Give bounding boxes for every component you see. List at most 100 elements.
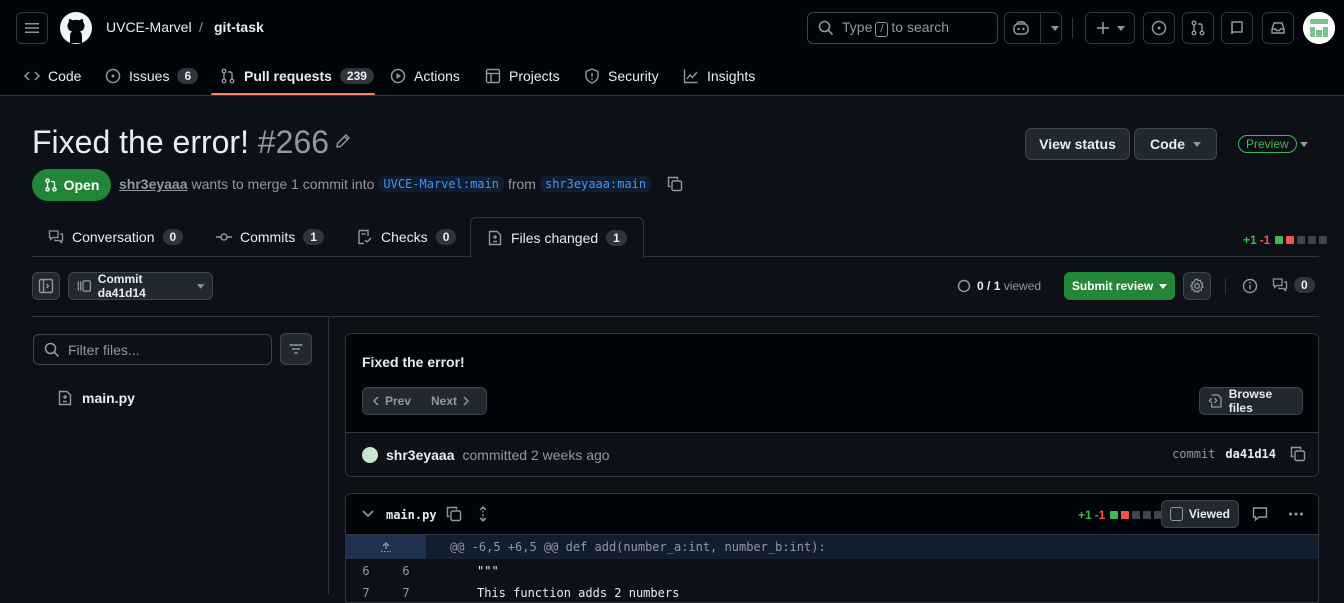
commit-time: committed 2 weeks ago: [462, 447, 610, 463]
viewed-progress: 0 / 1 viewed: [957, 279, 1041, 293]
pr-author-link[interactable]: shr3eyaaa: [119, 176, 188, 192]
diff-modified-icon: [77, 280, 92, 292]
comment-discussion-icon: [48, 230, 64, 244]
commit-author-link[interactable]: shr3eyaaa: [386, 447, 455, 463]
comments-counter: 0: [1294, 277, 1315, 293]
browse-files-button[interactable]: Browse files: [1199, 387, 1303, 415]
nav-code[interactable]: Code: [24, 56, 81, 96]
comment-discussion-icon: [1272, 278, 1288, 292]
code-button[interactable]: Code: [1134, 128, 1217, 160]
copilot-button[interactable]: [1004, 12, 1062, 44]
diffstat-block-neutral: [1132, 511, 1141, 519]
nav-security-label: Security: [608, 68, 659, 84]
diffstat-block-neutral: [1297, 236, 1306, 244]
commit-author-avatar[interactable]: [362, 447, 378, 463]
diff-settings-button[interactable]: [1183, 272, 1211, 300]
old-line-number[interactable]: 6: [346, 564, 386, 578]
inbox-button[interactable]: [1262, 12, 1294, 44]
file-code-icon: [1208, 394, 1222, 408]
repositories-button[interactable]: [1221, 12, 1253, 44]
nav-security[interactable]: Security: [584, 56, 659, 96]
copy-icon[interactable]: [446, 506, 462, 522]
tab-commits[interactable]: Commits 1: [216, 217, 324, 257]
unfold-icon[interactable]: [475, 506, 491, 522]
menu-button[interactable]: [16, 12, 48, 44]
nav-pull-requests[interactable]: Pull requests 239: [220, 56, 374, 96]
file-tree-item[interactable]: main.py: [57, 390, 135, 406]
next-commit-button[interactable]: Next: [425, 394, 470, 408]
nav-issues[interactable]: Issues 6: [105, 56, 199, 96]
commit-word: commit: [1172, 447, 1216, 461]
user-avatar[interactable]: [1303, 12, 1335, 44]
chevron-down-icon: [1193, 141, 1201, 147]
tab-files-changed[interactable]: Files changed 1: [470, 217, 644, 258]
tab-conversation-label: Conversation: [72, 229, 155, 245]
filter-files-input[interactable]: Filter files...: [33, 334, 272, 365]
breadcrumb-org[interactable]: UVCE-Marvel: [106, 19, 192, 35]
git-pull-request-icon: [1191, 20, 1205, 36]
git-pull-request-icon: [221, 68, 235, 84]
viewed-checkbox-label: Viewed: [1188, 507, 1230, 521]
nav-issues-label: Issues: [129, 68, 170, 84]
github-logo-icon[interactable]: [60, 12, 92, 44]
kebab-horizontal-icon[interactable]: [1288, 506, 1304, 522]
fold-up-icon: [381, 542, 391, 553]
commit-footer: shr3eyaaa committed 2 weeks ago commit d…: [346, 432, 1318, 476]
copy-icon[interactable]: [1290, 446, 1306, 462]
play-icon: [390, 68, 406, 84]
chevron-down-icon[interactable]: [362, 510, 374, 518]
filter-options-button[interactable]: [280, 333, 312, 365]
code-button-label: Code: [1150, 136, 1185, 152]
tab-checks[interactable]: Checks 0: [357, 217, 457, 257]
submit-review-button[interactable]: Submit review: [1064, 272, 1175, 300]
tab-conversation[interactable]: Conversation 0: [48, 217, 184, 257]
nav-projects[interactable]: Projects: [485, 56, 560, 96]
toggle-file-tree-button[interactable]: [32, 272, 60, 300]
commit-author-line: shr3eyaaa committed 2 weeks ago: [362, 447, 610, 463]
graph-icon: [683, 69, 698, 84]
head-branch[interactable]: shr3eyaaa:main: [539, 176, 652, 192]
commit-sha[interactable]: da41d14: [1225, 447, 1276, 461]
edit-title-button[interactable]: [335, 133, 351, 149]
prev-commit-button[interactable]: Prev: [363, 394, 425, 408]
git-pull-request-icon: [44, 178, 57, 192]
file-additions: +1: [1078, 508, 1092, 522]
nav-pull-requests-label: Pull requests: [244, 68, 332, 84]
header-divider: [1072, 18, 1073, 38]
comment-icon[interactable]: [1252, 506, 1268, 522]
expand-up-button[interactable]: [346, 535, 426, 559]
checkbox-icon: [1170, 507, 1183, 521]
breadcrumb-repo[interactable]: git-task: [214, 19, 264, 35]
preview-chevron-down-icon[interactable]: [1300, 142, 1308, 147]
diffstat-block-add: [1110, 511, 1119, 519]
file-diff-icon: [58, 390, 72, 406]
search-input[interactable]: Type / to search: [807, 12, 998, 44]
from-text: from: [507, 176, 536, 192]
search-prefix: Type: [842, 19, 873, 35]
chevron-down-icon: [1051, 25, 1059, 31]
new-line-number[interactable]: 7: [386, 586, 426, 600]
preview-badge[interactable]: Preview: [1238, 135, 1297, 153]
issues-button[interactable]: [1143, 12, 1175, 44]
commit-selector-button[interactable]: Commit da41d14: [68, 272, 213, 300]
copy-icon[interactable]: [667, 176, 683, 192]
pencil-icon: [336, 134, 350, 148]
create-new-button[interactable]: [1085, 12, 1135, 44]
old-line-number[interactable]: 7: [346, 586, 386, 600]
pr-tabs: Conversation 0 Commits 1 Checks 0 Files …: [32, 217, 1319, 258]
base-branch[interactable]: UVCE-Marvel:main: [378, 176, 504, 192]
file-diff-name[interactable]: main.py: [386, 508, 437, 522]
repo-nav: Code Issues 6 Pull requests 239 Actions …: [0, 56, 1344, 96]
nav-insights[interactable]: Insights: [683, 56, 755, 96]
nav-actions[interactable]: Actions: [390, 56, 460, 96]
comments-button[interactable]: 0: [1272, 277, 1315, 293]
progress-circle-icon: [957, 279, 971, 293]
table-icon: [485, 68, 501, 84]
pull-requests-button[interactable]: [1182, 12, 1214, 44]
viewed-checkbox-button[interactable]: Viewed: [1161, 500, 1239, 528]
info-button[interactable]: [1242, 278, 1258, 294]
view-status-button[interactable]: View status: [1025, 128, 1130, 160]
viewed-label: viewed: [1003, 279, 1042, 293]
new-line-number[interactable]: 6: [386, 564, 426, 578]
search-icon: [44, 342, 60, 357]
